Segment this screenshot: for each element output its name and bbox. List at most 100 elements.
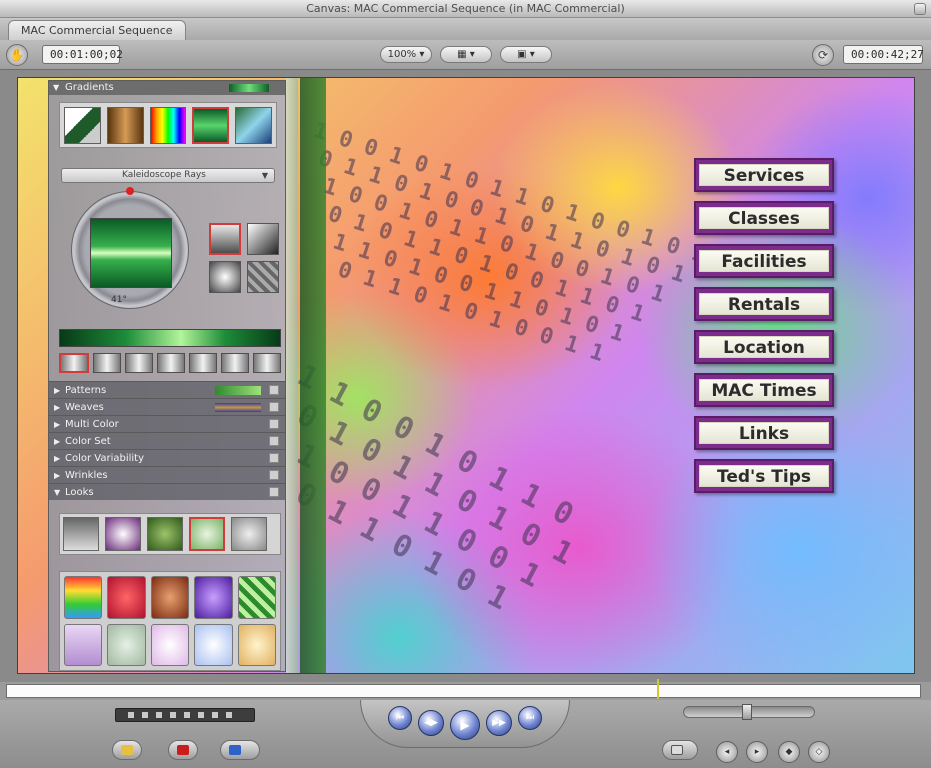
- menu-button-teds-tips[interactable]: Ted's Tips: [694, 459, 834, 493]
- section-wrinkles[interactable]: ▶ Wrinkles: [49, 466, 285, 483]
- gradient-stop[interactable]: [125, 353, 153, 373]
- look-swatch[interactable]: [194, 623, 233, 666]
- linear-style-button[interactable]: [209, 223, 241, 255]
- section-checkbox[interactable]: [269, 487, 279, 497]
- section-weaves[interactable]: ▶ Weaves: [49, 398, 285, 415]
- section-checkbox[interactable]: [269, 453, 279, 463]
- look-category[interactable]: [105, 517, 141, 551]
- section-label: Color Set: [65, 436, 111, 447]
- gradient-type-dropdown[interactable]: Kaleidoscope Rays ▼: [61, 168, 275, 183]
- go-to-previous-edit-icon[interactable]: ⏮: [388, 706, 412, 730]
- navigation-menu: Services Classes Facilities Rentals Loca…: [694, 158, 834, 502]
- section-checkbox[interactable]: [269, 385, 279, 395]
- gradient-stop[interactable]: [93, 353, 121, 373]
- radial-style-button[interactable]: [209, 261, 241, 293]
- menu-button-label: Services: [699, 164, 829, 186]
- scrubber-track[interactable]: [6, 684, 921, 698]
- playhead[interactable]: [657, 679, 659, 699]
- menu-button-facilities[interactable]: Facilities: [694, 244, 834, 278]
- shuttle-control[interactable]: [115, 708, 255, 722]
- gradient-stop[interactable]: [157, 353, 185, 373]
- look-swatch[interactable]: [194, 576, 233, 619]
- look-swatch[interactable]: [237, 576, 276, 619]
- menu-button-location[interactable]: Location: [694, 330, 834, 364]
- canvas-viewer[interactable]: 1 0 0 1 0 1 0 1 1 0 1 0 0 1 0 1 0 1 1 0 …: [17, 77, 915, 674]
- mark-in-icon[interactable]: ◂: [716, 741, 738, 763]
- section-looks[interactable]: ▼ Looks: [49, 483, 285, 500]
- gradient-preset-copper[interactable]: [106, 107, 144, 144]
- look-swatch[interactable]: [107, 576, 146, 619]
- angle-dial[interactable]: [71, 187, 189, 309]
- menu-button-rentals[interactable]: Rentals: [694, 287, 834, 321]
- gradient-preset-linear[interactable]: [64, 107, 101, 144]
- weaves-preview: [215, 403, 261, 412]
- play-in-to-out-icon[interactable]: ◀▶: [418, 710, 444, 736]
- hand-icon[interactable]: ✋: [6, 44, 28, 66]
- play-icon[interactable]: ▶: [450, 710, 480, 740]
- duration-timecode-field: 00:00:42;27: [843, 45, 924, 64]
- replace-button[interactable]: [220, 740, 260, 760]
- insert-button[interactable]: [112, 740, 142, 760]
- jog-knob[interactable]: [742, 704, 752, 720]
- add-keyframe-icon[interactable]: ◇: [808, 741, 830, 763]
- look-category[interactable]: [63, 517, 99, 551]
- current-timecode-field[interactable]: 00:01:00;02: [42, 45, 123, 64]
- gradient-preset-green-selected[interactable]: [192, 107, 230, 144]
- look-swatch[interactable]: [237, 623, 276, 666]
- mark-out-icon[interactable]: ▸: [746, 741, 768, 763]
- go-to-next-edit-icon[interactable]: ⏭: [518, 706, 542, 730]
- overwrite-button[interactable]: [168, 740, 198, 760]
- menu-button-links[interactable]: Links: [694, 416, 834, 450]
- view-grid-icon: ▦: [457, 49, 467, 60]
- patterns-preview: [215, 386, 261, 395]
- section-patterns[interactable]: ▶ Patterns: [49, 381, 285, 398]
- gradients-section-header[interactable]: ▼ Gradients: [49, 81, 285, 95]
- jog-control[interactable]: [683, 704, 815, 720]
- look-category[interactable]: [147, 517, 183, 551]
- look-swatch[interactable]: [64, 576, 103, 619]
- angle-handle[interactable]: [126, 187, 134, 195]
- match-frame-button[interactable]: [662, 740, 698, 760]
- section-checkbox[interactable]: [269, 470, 279, 480]
- look-swatch[interactable]: [150, 576, 190, 619]
- menu-button-mac-times[interactable]: MAC Times: [694, 373, 834, 407]
- window-title-bar[interactable]: Canvas: MAC Commercial Sequence (in MAC …: [0, 0, 931, 18]
- add-marker-icon[interactable]: ◆: [778, 741, 800, 763]
- gradient-stop[interactable]: [221, 353, 249, 373]
- section-color-set[interactable]: ▶ Color Set: [49, 432, 285, 449]
- gradient-stop[interactable]: [59, 353, 89, 373]
- play-around-current-icon[interactable]: ▶▶: [486, 710, 512, 736]
- sync-icon[interactable]: ⟳: [812, 44, 834, 66]
- tab-sequence[interactable]: MAC Commercial Sequence: [8, 20, 186, 40]
- gradient-stop[interactable]: [189, 353, 217, 373]
- pattern-style-button[interactable]: [247, 261, 279, 293]
- overlay-popup[interactable]: ▣ ▾: [500, 46, 552, 63]
- zoom-popup[interactable]: 100% ▾: [380, 46, 432, 63]
- look-category[interactable]: [231, 517, 267, 551]
- section-checkbox[interactable]: [269, 419, 279, 429]
- section-multi-color[interactable]: ▶ Multi Color: [49, 415, 285, 432]
- look-swatch[interactable]: [107, 623, 146, 666]
- replace-icon: [229, 745, 241, 755]
- menu-button-classes[interactable]: Classes: [694, 201, 834, 235]
- section-label: Looks: [65, 487, 94, 498]
- diagonal-style-button[interactable]: [247, 223, 279, 255]
- menu-button-services[interactable]: Services: [694, 158, 834, 192]
- gradient-bar[interactable]: [59, 329, 281, 347]
- section-checkbox[interactable]: [269, 402, 279, 412]
- view-popup[interactable]: ▦ ▾: [440, 46, 492, 63]
- disclosure-triangle-icon: ▼: [54, 488, 61, 497]
- section-label: Multi Color: [65, 419, 119, 430]
- section-color-variability[interactable]: ▶ Color Variability: [49, 449, 285, 466]
- gradient-preset-rainbow[interactable]: [149, 107, 187, 144]
- gradient-preset-teal[interactable]: [235, 107, 272, 144]
- canvas-toolbar: ✋ 00:01:00;02 100% ▾ ▦ ▾ ▣ ▾ ⟳ 00:00:42;…: [0, 40, 931, 70]
- disclosure-triangle-icon: ▶: [54, 420, 61, 429]
- look-swatch[interactable]: [64, 623, 103, 666]
- section-checkbox[interactable]: [269, 436, 279, 446]
- look-category-selected[interactable]: [189, 517, 225, 551]
- look-swatch[interactable]: [150, 623, 190, 666]
- gradient-stop[interactable]: [253, 353, 281, 373]
- window-zoom-button[interactable]: [914, 3, 926, 15]
- section-label: Patterns: [65, 385, 107, 396]
